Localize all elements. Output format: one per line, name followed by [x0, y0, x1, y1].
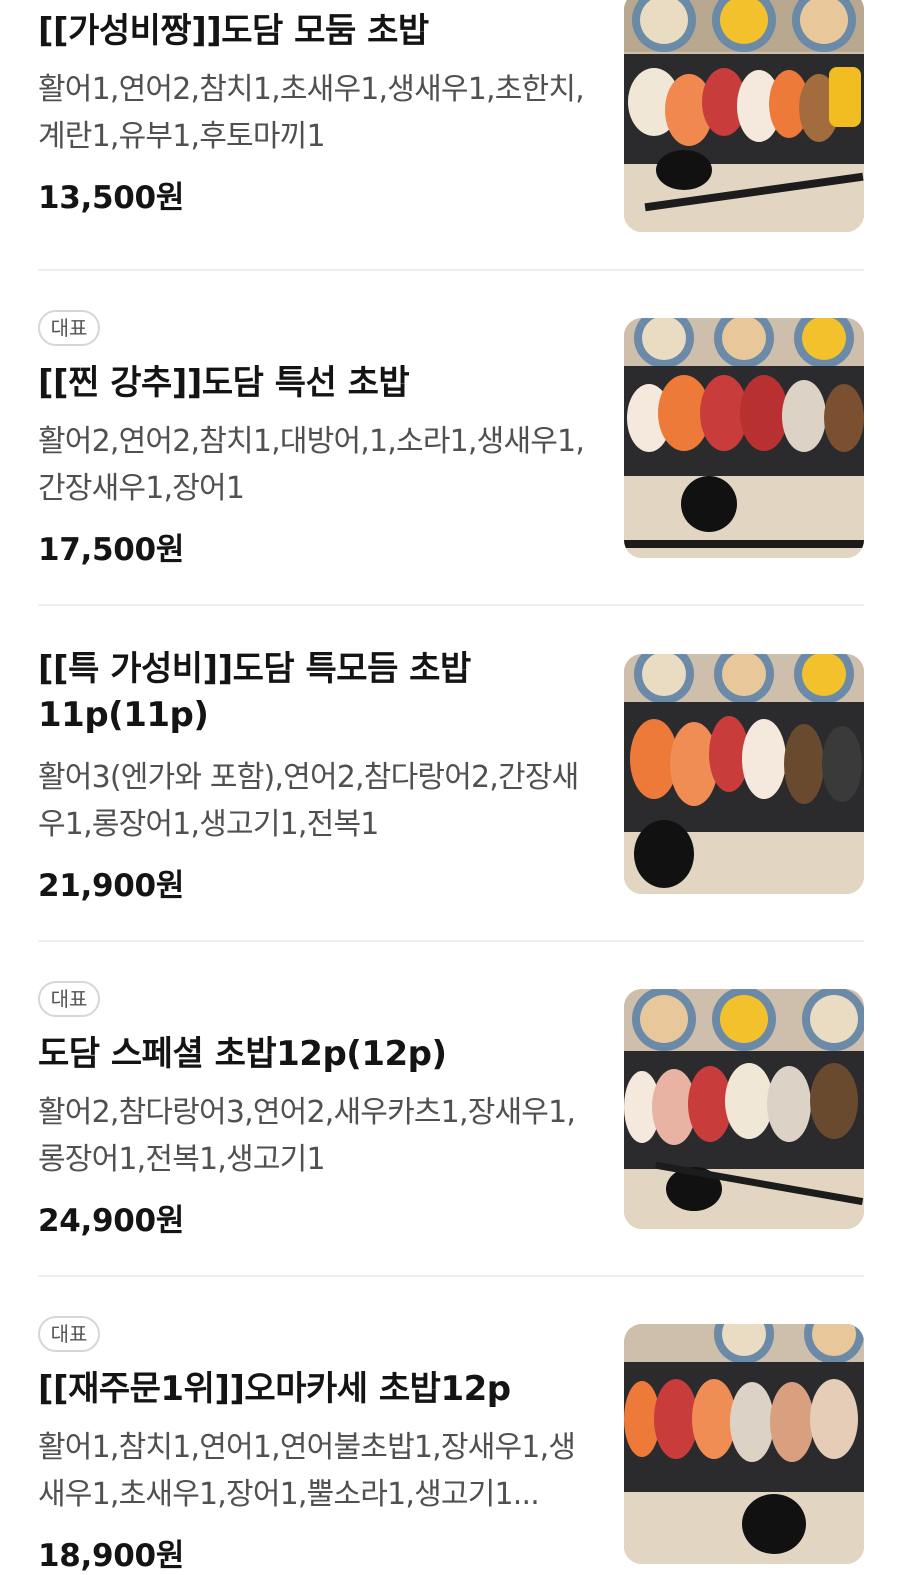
menu-item-title: [[가성비짱]]도담 모둠 초밥 — [38, 11, 429, 51]
menu-item-description: 활어1,연어2,참치1,초새우1,생새우1,초한치,계란1,유부1,후토마끼1 — [38, 72, 585, 154]
menu-item[interactable]: 대표 [[재주문1위]]오마카세 초밥12p 활어1,참치1,연어1,연어불초밥… — [0, 1296, 900, 1574]
menu-item-title: [[특 가성비]]도담 특모듬 초밥 11p(11p) — [38, 649, 471, 735]
menu-item-price: 18,900원 — [38, 1538, 185, 1574]
menu-item[interactable]: 대표 [[찐 강추]]도담 특선 초밥 활어2,연어2,참치1,대방어,1,소라… — [0, 290, 900, 604]
menu-item-title: [[재주문1위]]오마카세 초밥12p — [38, 1369, 511, 1409]
menu-item-description: 활어1,참치1,연어1,연어불초밥1,장새우1,생새우1,초새우1,장어1,뿔소… — [38, 1430, 576, 1512]
menu-item-photo[interactable] — [624, 1324, 864, 1564]
menu-item-title: [[찐 강추]]도담 특선 초밥 — [38, 363, 410, 403]
menu-item-photo[interactable] — [624, 318, 864, 558]
menu-item-photo[interactable] — [624, 0, 864, 232]
menu-item-price: 13,500원 — [38, 180, 185, 216]
signature-badge: 대표 — [38, 310, 100, 346]
menu-item[interactable]: [[가성비짱]]도담 모둠 초밥 활어1,연어2,참치1,초새우1,생새우1,초… — [0, 0, 900, 270]
menu-item[interactable]: [[특 가성비]]도담 특모듬 초밥 11p(11p) 활어3(엔가와 포함),… — [0, 626, 900, 940]
menu-item-description: 활어2,연어2,참치1,대방어,1,소라1,생새우1,간장새우1,장어1 — [38, 424, 585, 506]
menu-item-description: 활어3(엔가와 포함),연어2,참다랑어2,간장새우1,롱장어1,생고기1,전복… — [38, 760, 579, 842]
divider — [38, 269, 864, 271]
divider — [38, 940, 864, 942]
signature-badge: 대표 — [38, 1316, 100, 1352]
signature-badge: 대표 — [38, 981, 100, 1017]
menu-item[interactable]: 대표 도담 스페셜 초밥12p(12p) 활어2,참다랑어3,연어2,새우카츠1… — [0, 961, 900, 1275]
menu-item-price: 24,900원 — [38, 1203, 185, 1239]
menu-item-photo[interactable] — [624, 989, 864, 1229]
menu-item-price: 21,900원 — [38, 868, 185, 904]
divider — [38, 1275, 864, 1277]
menu-list: [[가성비짱]]도담 모둠 초밥 활어1,연어2,참치1,초새우1,생새우1,초… — [0, 0, 900, 1574]
menu-item-photo[interactable] — [624, 654, 864, 894]
menu-item-title: 도담 스페셜 초밥12p(12p) — [38, 1034, 447, 1074]
menu-item-price: 17,500원 — [38, 532, 185, 568]
menu-item-description: 활어2,참다랑어3,연어2,새우카츠1,장새우1,롱장어1,전복1,생고기1 — [38, 1095, 576, 1177]
divider — [38, 604, 864, 606]
